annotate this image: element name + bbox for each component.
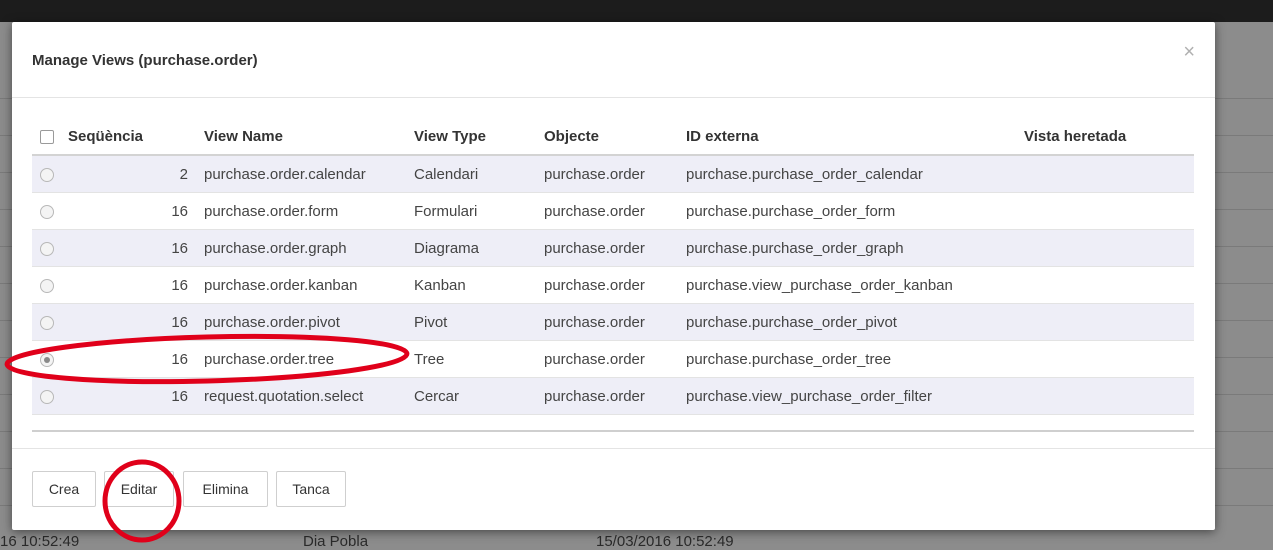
- cell-object: purchase.order: [536, 155, 678, 193]
- cell-object: purchase.order: [536, 377, 678, 415]
- cell-view-type: Diagrama: [406, 229, 536, 267]
- cell-object: purchase.order: [536, 266, 678, 304]
- cell-view-name: purchase.order.form: [196, 192, 406, 230]
- cell-view-name: request.quotation.select: [196, 377, 406, 415]
- column-header-external-id[interactable]: ID externa: [678, 118, 1016, 156]
- cell-external-id: purchase.purchase_order_form: [678, 192, 1016, 230]
- app-top-bar: [0, 0, 1273, 22]
- table-row[interactable]: 16 request.quotation.select Cercar purch…: [32, 377, 1194, 415]
- row-radio[interactable]: [40, 167, 54, 182]
- edit-button[interactable]: Editar: [104, 471, 174, 507]
- cell-inherited-view: [1016, 303, 1194, 341]
- cell-view-type: Formulari: [406, 192, 536, 230]
- row-radio[interactable]: [40, 278, 54, 293]
- cell-view-type: Tree: [406, 340, 536, 378]
- background-time-text: 16 10:52:49: [0, 533, 80, 550]
- close-button[interactable]: Tanca: [276, 471, 346, 507]
- background-name-text: Dia Pobla: [303, 533, 369, 550]
- cell-view-name: purchase.order.tree: [196, 340, 406, 378]
- cell-sequence: 16: [60, 377, 196, 415]
- cell-sequence: 16: [60, 340, 196, 378]
- cell-view-name: purchase.order.pivot: [196, 303, 406, 341]
- column-header-object[interactable]: Objecte: [536, 118, 678, 156]
- cell-view-type: Kanban: [406, 266, 536, 304]
- cell-inherited-view: [1016, 377, 1194, 415]
- column-header-sequence[interactable]: Seqüència: [60, 118, 196, 156]
- cell-sequence: 16: [60, 266, 196, 304]
- cell-external-id: purchase.purchase_order_calendar: [678, 155, 1016, 193]
- cell-external-id: purchase.purchase_order_graph: [678, 229, 1016, 267]
- cell-external-id: purchase.purchase_order_tree: [678, 340, 1016, 378]
- cell-view-type: Pivot: [406, 303, 536, 341]
- dialog-title: Manage Views (purchase.order): [32, 52, 258, 69]
- create-button[interactable]: Crea: [32, 471, 96, 507]
- cell-view-name: purchase.order.kanban: [196, 266, 406, 304]
- close-icon[interactable]: ×: [1183, 42, 1195, 62]
- table-row[interactable]: 16 purchase.order.form Formulari purchas…: [32, 192, 1194, 230]
- column-header-inherited-view[interactable]: Vista heretada: [1016, 118, 1194, 156]
- cell-external-id: purchase.purchase_order_pivot: [678, 303, 1016, 341]
- cell-inherited-view: [1016, 340, 1194, 378]
- cell-view-type: Calendari: [406, 155, 536, 193]
- cell-sequence: 16: [60, 192, 196, 230]
- cell-sequence: 16: [60, 229, 196, 267]
- cell-sequence: 2: [60, 155, 196, 193]
- cell-inherited-view: [1016, 266, 1194, 304]
- cell-external-id: purchase.view_purchase_order_filter: [678, 377, 1016, 415]
- cell-sequence: 16: [60, 303, 196, 341]
- manage-views-dialog: Manage Views (purchase.order) × Seqüènci…: [12, 22, 1215, 530]
- delete-button[interactable]: Elimina: [183, 471, 268, 507]
- cell-inherited-view: [1016, 229, 1194, 267]
- cell-external-id: purchase.view_purchase_order_kanban: [678, 266, 1016, 304]
- cell-view-type: Cercar: [406, 377, 536, 415]
- dialog-footer-divider: [12, 448, 1215, 449]
- column-header-view-type[interactable]: View Type: [406, 118, 536, 156]
- row-radio[interactable]: [40, 315, 54, 330]
- cell-inherited-view: [1016, 192, 1194, 230]
- table-row[interactable]: 16 purchase.order.pivot Pivot purchase.o…: [32, 303, 1194, 341]
- dialog-header: Manage Views (purchase.order) ×: [12, 22, 1215, 98]
- column-header-view-name[interactable]: View Name: [196, 118, 406, 156]
- cell-view-name: purchase.order.graph: [196, 229, 406, 267]
- cell-view-name: purchase.order.calendar: [196, 155, 406, 193]
- table-row[interactable]: 16 purchase.order.kanban Kanban purchase…: [32, 266, 1194, 304]
- table-row[interactable]: 16 purchase.order.graph Diagrama purchas…: [32, 229, 1194, 267]
- select-all-checkbox[interactable]: [32, 118, 60, 156]
- cell-object: purchase.order: [536, 340, 678, 378]
- row-radio[interactable]: [40, 389, 54, 404]
- table-header-row: Seqüència View Name View Type Objecte ID…: [32, 118, 1194, 156]
- table-row[interactable]: 2 purchase.order.calendar Calendari purc…: [32, 155, 1194, 193]
- cell-object: purchase.order: [536, 229, 678, 267]
- views-table: Seqüència View Name View Type Objecte ID…: [32, 118, 1194, 432]
- cell-object: purchase.order: [536, 303, 678, 341]
- row-radio[interactable]: [40, 204, 54, 219]
- cell-object: purchase.order: [536, 192, 678, 230]
- cell-inherited-view: [1016, 155, 1194, 193]
- table-row-selected[interactable]: 16 purchase.order.tree Tree purchase.ord…: [32, 340, 1194, 378]
- row-radio-selected[interactable]: [40, 352, 54, 367]
- background-date-text: 15/03/2016 10:52:49: [596, 533, 734, 550]
- row-radio[interactable]: [40, 241, 54, 256]
